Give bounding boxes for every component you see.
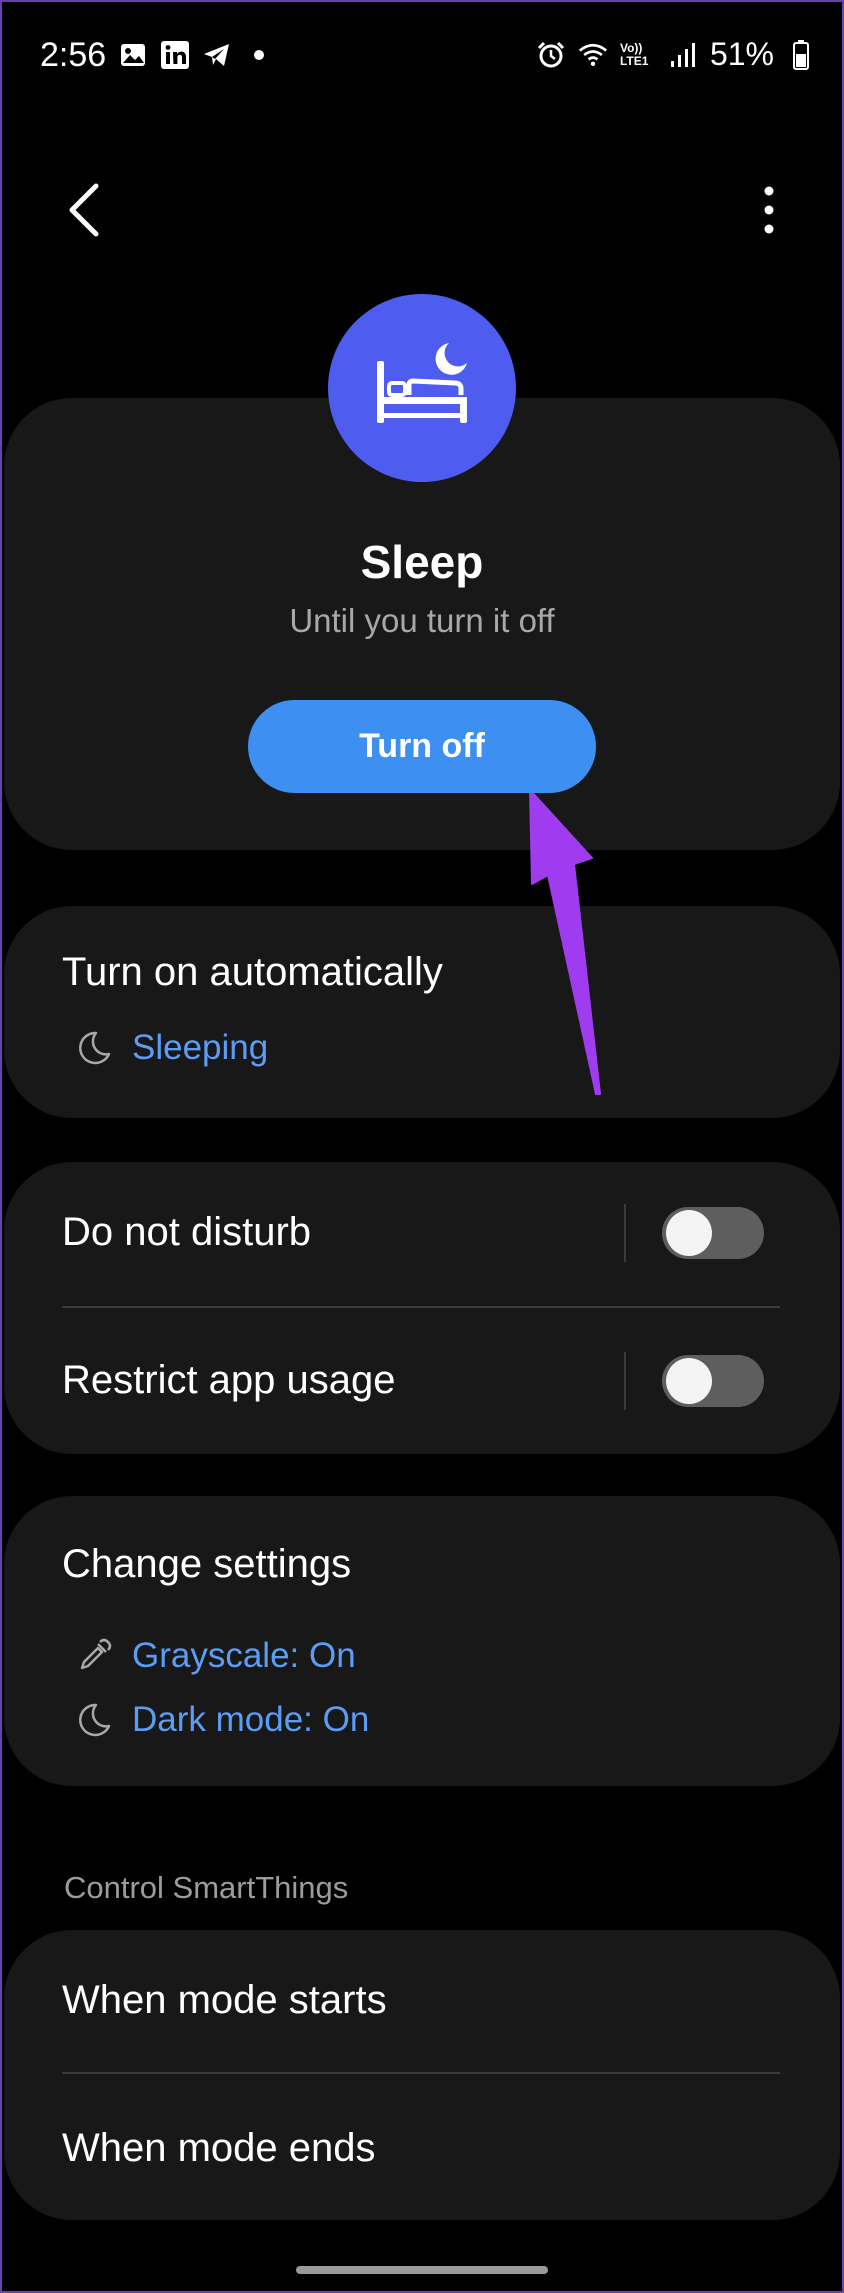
schedule-sleeping-link[interactable]: Sleeping [74,1028,268,1068]
signal-icon [668,40,698,70]
annotation-arrow-icon [529,789,601,1095]
notification-icons [118,40,274,70]
schedule-label: Sleeping [132,1028,269,1067]
moon-icon [74,1700,114,1740]
turn-on-automatically-card[interactable] [4,906,840,1118]
volte-icon: Vo)) LTE1 [619,40,649,68]
mode-title: Sleep [360,536,484,588]
more-vert-icon [764,186,774,234]
grayscale-label: Grayscale: On [132,1636,356,1675]
quick-toggles-card [4,1162,840,1454]
sleep-mode-badge [328,294,516,482]
restrict-app-usage-switch[interactable] [662,1355,764,1407]
back-button[interactable] [60,180,110,240]
smartthings-card [4,1930,840,2220]
battery-icon [786,39,816,70]
battery-level: 51% [709,36,774,72]
switch-knob [666,1358,712,1404]
row-divider [62,2072,780,2074]
linkedin-icon [160,40,190,70]
moon-icon [74,1028,114,1068]
restrict-app-usage-label[interactable]: Restrict app usage [62,1358,396,1403]
turn-off-button[interactable]: Turn off [248,700,596,793]
when-mode-starts-item[interactable]: When mode starts [62,1978,387,2023]
turn-on-automatically-title: Turn on automatically [62,950,443,994]
do-not-disturb-label[interactable]: Do not disturb [62,1210,311,1255]
status-bar: 2:56 Vo)) LTE1 51% [0,0,844,110]
dark-mode-label: Dark mode: On [132,1700,370,1739]
row-divider [62,1306,780,1308]
system-icons: Vo)) LTE1 51% [536,36,816,73]
image-icon [118,40,148,70]
when-mode-ends-item[interactable]: When mode ends [62,2126,376,2171]
change-settings-title: Change settings [62,1542,352,1586]
status-time: 2:56 [40,36,107,74]
dot-icon [244,40,274,70]
chevron-left-icon [69,183,99,237]
more-options-button[interactable] [754,185,784,235]
eyedropper-icon [74,1636,114,1676]
wifi-icon [578,40,608,70]
do-not-disturb-switch[interactable] [662,1207,764,1259]
bed-moon-icon [377,343,467,423]
grayscale-setting[interactable]: Grayscale: On [74,1636,356,1676]
alarm-icon [536,40,566,70]
mode-subtitle: Until you turn it off [289,602,555,639]
switch-knob [666,1210,712,1256]
separator [624,1352,626,1410]
telegram-icon [202,40,232,70]
home-indicator[interactable] [296,2266,548,2274]
section-header: Control SmartThings [64,1870,349,1905]
dark-mode-setting[interactable]: Dark mode: On [74,1700,369,1740]
separator [624,1204,626,1262]
